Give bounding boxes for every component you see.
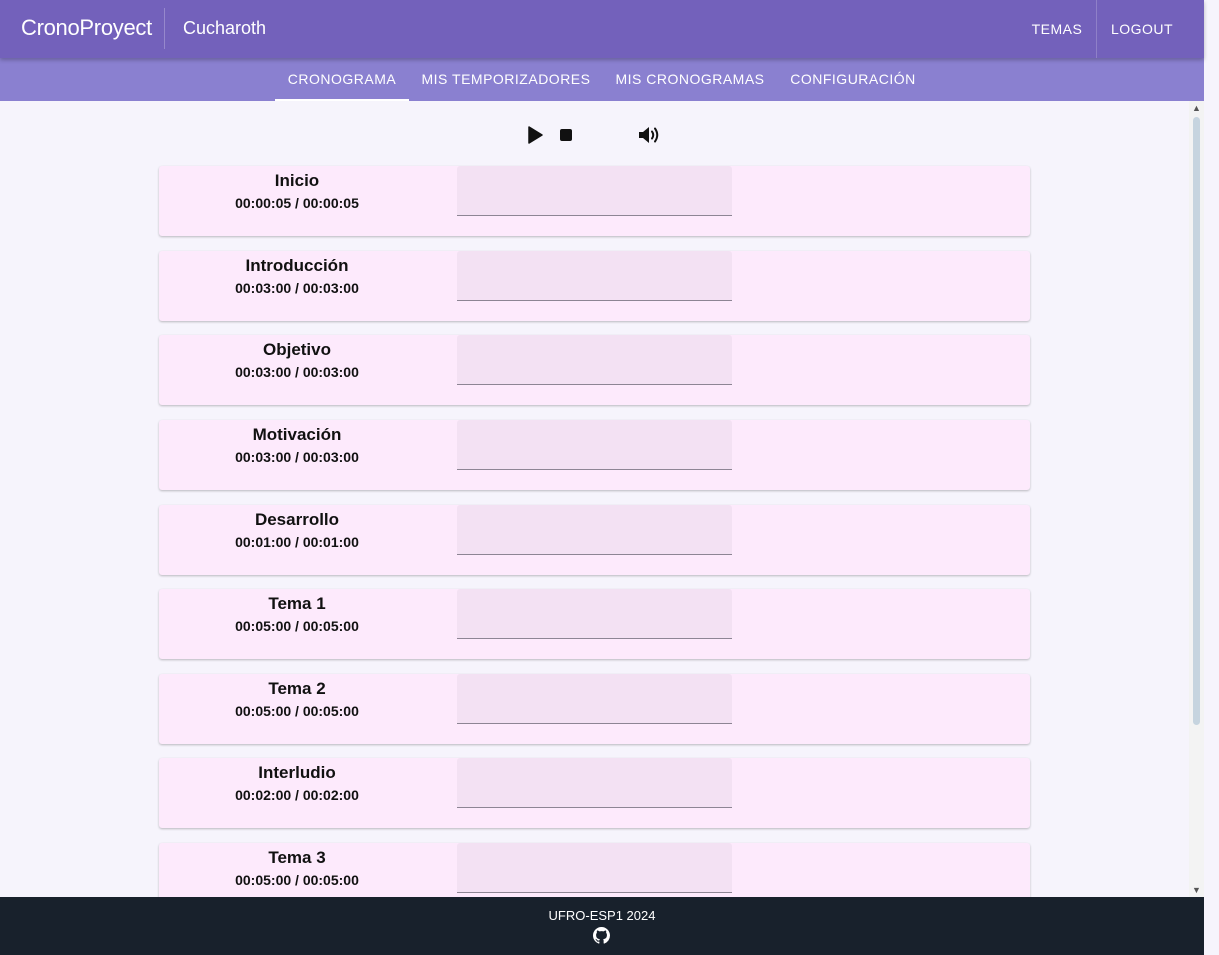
segment-card: Inicio 00:00:05 / 00:00:05 <box>159 166 1030 236</box>
segment-card: Introducción 00:03:00 / 00:03:00 <box>159 251 1030 321</box>
segment-name: Desarrollo <box>254 510 340 529</box>
schedule-panel: Inicio 00:00:05 / 00:00:05 Introducción … <box>0 101 1189 897</box>
scroll-down-arrow[interactable]: ▼ <box>1189 883 1204 897</box>
segment-card: Tema 3 00:05:00 / 00:05:00 <box>159 843 1030 897</box>
footer: UFRO-ESP1 2024 <box>0 897 1204 955</box>
segment-time: 00:03:00 / 00:03:00 <box>235 449 359 465</box>
brand-divider <box>164 8 165 49</box>
vertical-scrollbar[interactable]: ▲ ▼ <box>1189 101 1204 897</box>
segment-time: 00:01:00 / 00:01:00 <box>235 534 359 550</box>
logout-button[interactable]: LOGOUT <box>1096 0 1187 58</box>
tab-configuracion[interactable]: CONFIGURACIÓN <box>780 58 926 101</box>
github-icon[interactable] <box>593 927 610 944</box>
segment-name: Introducción <box>245 256 349 275</box>
segment-card: Objetivo 00:03:00 / 00:03:00 <box>159 335 1030 405</box>
segment-card: Interludio 00:02:00 / 00:02:00 <box>159 758 1030 828</box>
segment-card: Desarrollo 00:01:00 / 00:01:00 <box>159 505 1030 575</box>
user-name: Cucharoth <box>183 18 267 38</box>
segment-name: Inicio <box>274 171 320 190</box>
segment-time: 00:05:00 / 00:05:00 <box>235 618 359 634</box>
segment-name: Interludio <box>258 763 336 782</box>
segment-note-field[interactable] <box>457 166 732 216</box>
segment-time: 00:05:00 / 00:05:00 <box>235 872 359 888</box>
tab-mis-temporizadores[interactable]: MIS TEMPORIZADORES <box>412 58 600 101</box>
segment-note-field[interactable] <box>457 251 732 301</box>
segment-note-field[interactable] <box>457 843 732 893</box>
segment-note-field[interactable] <box>457 758 732 808</box>
stop-icon[interactable] <box>559 128 573 142</box>
footer-text: UFRO-ESP1 2024 <box>548 908 656 923</box>
segment-name: Tema 2 <box>268 679 326 698</box>
segment-note-field[interactable] <box>457 674 732 724</box>
app-brand[interactable]: CronoProyect <box>21 15 152 41</box>
segment-note-field[interactable] <box>457 335 732 385</box>
segment-time: 00:05:00 / 00:05:00 <box>235 703 359 719</box>
segment-time: 00:00:05 / 00:00:05 <box>235 195 359 211</box>
scroll-thumb[interactable] <box>1193 117 1200 725</box>
app-header: CronoProyect Cucharoth TEMAS LOGOUT <box>0 0 1204 58</box>
segment-time: 00:03:00 / 00:03:00 <box>235 280 359 296</box>
temas-button[interactable]: TEMAS <box>1020 0 1094 58</box>
segment-card: Motivación 00:03:00 / 00:03:00 <box>159 420 1030 490</box>
segment-name: Tema 3 <box>268 848 326 867</box>
volume-icon[interactable] <box>638 125 662 145</box>
tab-mis-cronogramas[interactable]: MIS CRONOGRAMAS <box>606 58 774 101</box>
segment-card: Tema 2 00:05:00 / 00:05:00 <box>159 674 1030 744</box>
segment-name: Objetivo <box>262 340 331 359</box>
segment-time: 00:03:00 / 00:03:00 <box>235 364 359 380</box>
segment-note-field[interactable] <box>457 505 732 555</box>
segment-note-field[interactable] <box>457 589 732 639</box>
segment-card: Tema 1 00:05:00 / 00:05:00 <box>159 589 1030 659</box>
tab-cronograma[interactable]: CRONOGRAMA <box>275 58 409 101</box>
scroll-up-arrow[interactable]: ▲ <box>1189 101 1204 115</box>
play-icon[interactable] <box>527 126 543 144</box>
segment-name: Motivación <box>252 425 342 444</box>
segment-time: 00:02:00 / 00:02:00 <box>235 787 359 803</box>
segment-note-field[interactable] <box>457 420 732 470</box>
segment-name: Tema 1 <box>268 594 326 613</box>
tab-bar: CRONOGRAMA MIS TEMPORIZADORES MIS CRONOG… <box>0 58 1204 101</box>
playback-controls <box>0 101 1189 161</box>
